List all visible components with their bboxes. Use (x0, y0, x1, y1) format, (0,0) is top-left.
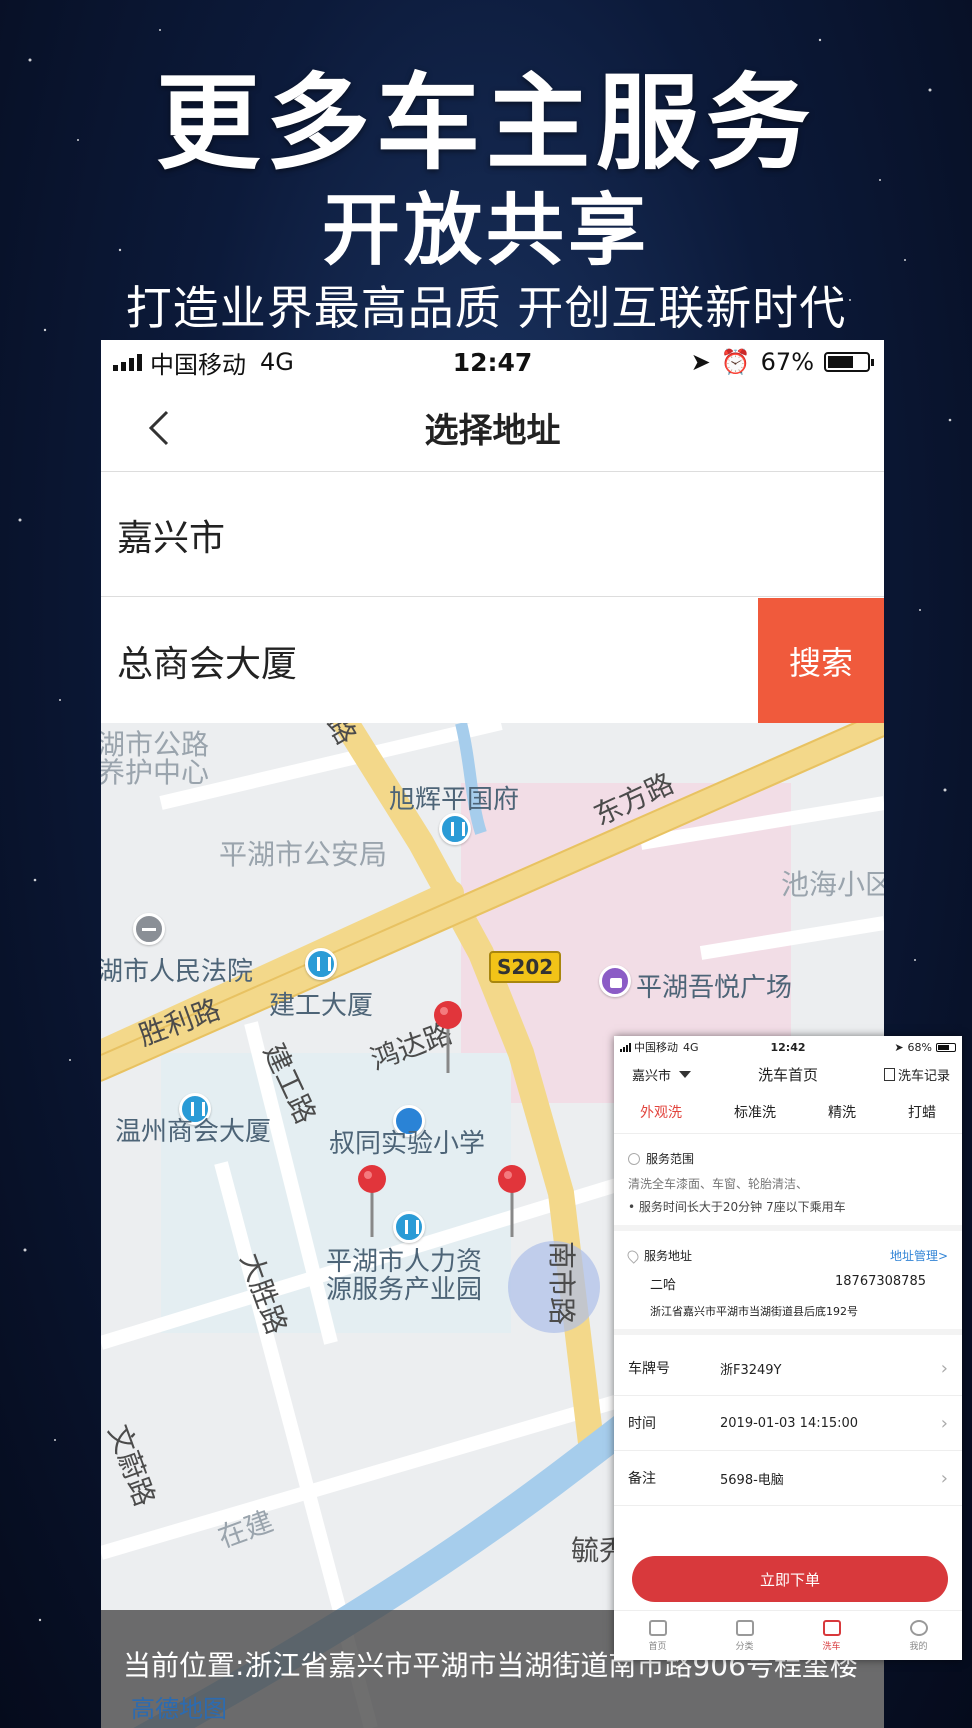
tab-label: 首页 (648, 1641, 667, 1652)
contact-name: 二哈 (650, 1278, 677, 1293)
order-now-button[interactable]: 立即下单 (632, 1556, 948, 1602)
tab-car-wash[interactable]: 洗车 (788, 1611, 875, 1660)
map-label-jiangong: 建工大厦 (269, 991, 374, 1021)
chevron-right-icon: › (940, 1357, 948, 1379)
map-label-road-service2: 养护中心 (101, 756, 210, 789)
tab-label: 分类 (735, 1641, 754, 1652)
tab-home[interactable]: 首页 (614, 1611, 701, 1660)
car-wash-phone-screen: 中国移动 4G 12:42 ➤ 68% 嘉兴市 洗车首页 洗车记录 外观洗 标准… (614, 1036, 962, 1660)
form-row-plate[interactable]: 车牌号 浙F3249Y › (614, 1341, 962, 1396)
location-arrow-icon: ➤ (690, 348, 711, 376)
search-button[interactable]: 搜索 (758, 598, 884, 723)
map-label-nanshi: 南市路 (545, 1240, 579, 1326)
battery-icon (824, 352, 874, 372)
tab-waxing[interactable]: 打蜡 (908, 1102, 936, 1122)
search-input[interactable] (101, 598, 758, 723)
promo-tagline: 打造业界最高品质 开创互联新时代 (125, 281, 847, 335)
promo-title: 更多车主服务 (155, 62, 816, 184)
building-icon (439, 813, 471, 845)
page-title: 选择地址 (424, 411, 561, 451)
category-icon (735, 1619, 754, 1636)
route-badge: S202 (489, 951, 562, 983)
info-icon (628, 1152, 640, 1165)
map-provider-logo: 高德地图 (131, 1695, 227, 1723)
map-label-wenzhou: 温州商会大厦 (115, 1117, 272, 1147)
contact-address: 浙江省嘉兴市平湖市当湖街道县后底192号 (650, 1305, 858, 1318)
wash-record-link[interactable]: 洗车记录 (883, 1065, 950, 1084)
address-manage-link[interactable]: 地址管理> (890, 1247, 948, 1264)
service-address-card: 服务地址 地址管理> 二哈 18767308785 浙江省嘉兴市平湖市当湖街道县… (614, 1237, 962, 1335)
contact-phone: 18767308785 (835, 1274, 926, 1289)
status-bar: 中国移动 4G 12:42 ➤ 68% (614, 1036, 962, 1058)
court-icon (133, 913, 165, 945)
status-bar: 中国移动 4G 12:47 ➤ ⏰ 67% (101, 340, 884, 384)
back-chevron-icon[interactable] (143, 410, 179, 446)
tab-fine-wash[interactable]: 精洗 (828, 1102, 856, 1122)
map-label-court: 湖市人民法院 (101, 957, 254, 987)
battery-icon (936, 1042, 956, 1052)
city-selector[interactable]: 嘉兴市 (101, 473, 884, 597)
battery-percent: 68% (907, 1040, 932, 1054)
service-scope-card: 服务范围 清洗全车漆面、车窗、轮胎清洁、 • 服务时间长大于20分钟 7座以下乘… (614, 1140, 962, 1231)
service-tabs: 外观洗 标准洗 精洗 打蜡 (614, 1090, 962, 1134)
map-label-police: 平湖市公安局 (219, 838, 388, 871)
row-value: 2019-01-03 14:15:00 (720, 1415, 859, 1431)
form-row-time[interactable]: 时间 2019-01-03 14:15:00 › (614, 1396, 962, 1451)
map-pin-icon[interactable] (497, 1165, 527, 1239)
map-pin-icon[interactable] (433, 1001, 463, 1075)
tab-profile[interactable]: 我的 (875, 1611, 962, 1660)
map-label-xuhui: 旭辉平国府 (389, 785, 520, 815)
row-value: 5698-电脑 (720, 1472, 784, 1488)
row-label: 备注 (628, 1471, 656, 1487)
document-icon (883, 1067, 895, 1081)
map-label-hr-park2: 源服务产业园 (326, 1275, 483, 1305)
battery-percent: 67% (760, 348, 814, 376)
bottom-tab-bar: 首页 分类 洗车 我的 (614, 1610, 962, 1660)
search-row: 搜索 (101, 598, 884, 723)
location-pin-icon (625, 1247, 641, 1264)
map-pin-icon[interactable] (357, 1165, 387, 1239)
promo-subtitle: 开放共享 (321, 186, 650, 276)
chevron-right-icon: › (940, 1467, 948, 1489)
building-icon (393, 1211, 425, 1243)
header: 嘉兴市 洗车首页 洗车记录 (614, 1058, 962, 1090)
alarm-icon: ⏰ (720, 348, 751, 376)
navigation-bar: 选择地址 (101, 384, 884, 472)
service-scope-title: 服务范围 (646, 1152, 695, 1166)
home-icon (648, 1619, 667, 1636)
tab-exterior-wash[interactable]: 外观洗 (640, 1102, 682, 1122)
service-address-title: 服务地址 (644, 1249, 693, 1263)
cart-icon (822, 1619, 841, 1636)
user-icon (909, 1619, 928, 1636)
location-arrow-icon: ➤ (894, 1040, 904, 1054)
tab-label: 我的 (909, 1641, 928, 1652)
tab-standard-wash[interactable]: 标准洗 (734, 1102, 776, 1122)
row-label: 车牌号 (628, 1361, 670, 1377)
row-value: 浙F3249Y (720, 1362, 782, 1378)
mall-icon (599, 965, 631, 997)
service-scope-line2: • 服务时间长大于20分钟 7座以下乘用车 (628, 1200, 846, 1214)
wash-record-label: 洗车记录 (897, 1068, 950, 1084)
map-label-mall: 平湖吾悦广场 (636, 973, 793, 1003)
chevron-right-icon: › (940, 1412, 948, 1434)
tab-label: 洗车 (822, 1641, 841, 1652)
building-icon (305, 948, 337, 980)
map-label-chihai: 池海小区 (781, 868, 884, 901)
map-label-school: 叔同实验小学 (329, 1129, 486, 1159)
tab-category[interactable]: 分类 (701, 1611, 788, 1660)
row-label: 时间 (628, 1416, 656, 1432)
form-row-note[interactable]: 备注 5698-电脑 › (614, 1451, 962, 1506)
service-scope-line1: 清洗全车漆面、车窗、轮胎清洁、 (628, 1177, 809, 1191)
